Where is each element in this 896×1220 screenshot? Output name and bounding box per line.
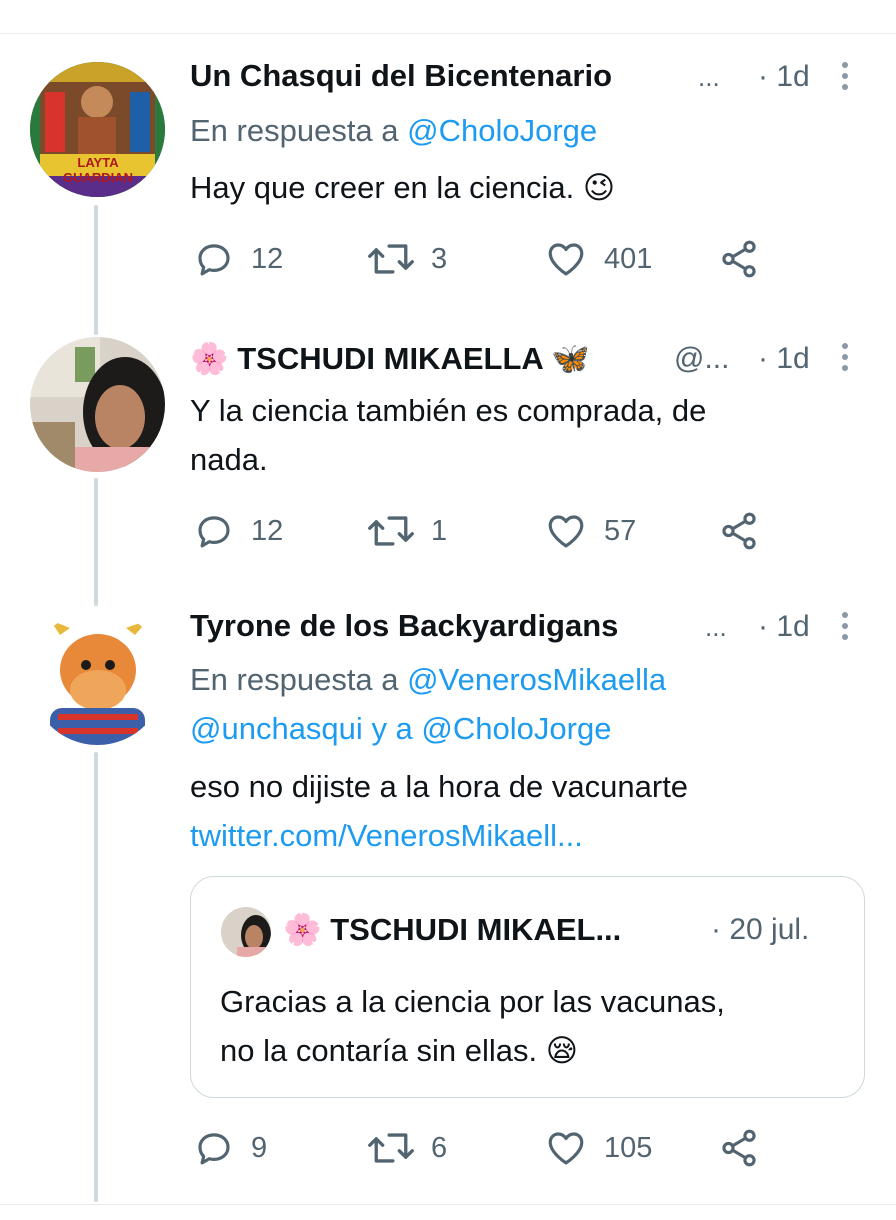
like-count: 401 <box>604 242 653 275</box>
share-icon <box>722 1129 756 1167</box>
reply-icon <box>198 516 230 548</box>
reply-button[interactable]: 12 <box>193 510 283 552</box>
tweet-text-line-2: nada. <box>190 442 268 477</box>
like-count: 57 <box>604 514 637 547</box>
share-button[interactable] <box>718 238 776 280</box>
quote-author[interactable]: 🌸 TSCHUDI MIKAEL... <box>283 911 621 948</box>
retweet-count: 3 <box>431 242 448 275</box>
quote-text-line-2: no la contaría sin ellas. <box>220 1033 538 1068</box>
avatar-tschudi-image <box>30 337 165 472</box>
reply-button[interactable]: 9 <box>193 1127 267 1169</box>
tweet-text: eso no dijiste a la hora de vacunarte tw… <box>190 762 688 860</box>
tweet-text-content: Hay que creer en la ciencia. <box>190 170 575 205</box>
more-options-icon[interactable] <box>841 612 849 645</box>
tweet-text: Y la ciencia también es comprada, de nad… <box>190 386 706 484</box>
quote-avatar-image <box>221 907 271 957</box>
reply-prefix: En respuesta a <box>190 662 399 697</box>
avatar-chasqui[interactable]: LAYTA GUARDIAN <box>30 62 165 197</box>
retweet-count: 6 <box>431 1131 448 1164</box>
share-button[interactable] <box>718 1127 776 1169</box>
thread-line-2 <box>94 478 98 606</box>
quote-text-line-1: Gracias a la ciencia por las vacunas, <box>220 984 725 1019</box>
heart-icon <box>548 1132 584 1165</box>
author-name[interactable]: 🌸 TSCHUDI MIKAELLA 🦋 <box>190 340 590 377</box>
share-icon <box>722 512 756 550</box>
like-button[interactable]: 105 <box>544 1127 652 1169</box>
retweet-icon <box>368 244 414 274</box>
avatar-tyrone-image <box>30 610 165 745</box>
tweet-text: Hay que creer en la ciencia. 😉 <box>190 163 615 212</box>
author-name[interactable]: Tyrone de los Backyardigans <box>190 608 618 644</box>
top-divider <box>0 33 896 34</box>
reply-context: En respuesta a @VenerosMikaella @unchasq… <box>190 655 666 753</box>
retweet-icon <box>368 1133 414 1163</box>
reply-prefix: En respuesta a <box>190 113 399 148</box>
mention-link[interactable]: @CholoJorge <box>407 113 597 148</box>
thread-line-3 <box>94 752 98 1202</box>
butterfly-emoji: 🦋 <box>551 341 590 376</box>
like-button[interactable]: 401 <box>544 238 652 280</box>
quote-text: Gracias a la ciencia por las vacunas, no… <box>220 977 725 1075</box>
retweet-button[interactable]: 6 <box>367 1127 447 1169</box>
reply-joiner: y a <box>371 711 413 746</box>
author-handle[interactable]: @... <box>674 342 729 376</box>
avatar-tschudi[interactable] <box>30 337 165 472</box>
retweet-button[interactable]: 3 <box>367 238 447 280</box>
mention-link[interactable]: @VenerosMikaella <box>407 662 666 697</box>
quote-time[interactable]: · 20 jul. <box>711 913 809 947</box>
reply-count: 12 <box>251 514 284 547</box>
like-count: 105 <box>604 1131 653 1164</box>
reply-icon <box>198 1133 230 1165</box>
tweet-text-line-1: Y la ciencia también es comprada, de <box>190 393 707 428</box>
tweet-time[interactable]: · 1d <box>758 342 810 376</box>
mention-link[interactable]: @unchasqui <box>190 711 363 746</box>
like-button[interactable]: 57 <box>544 510 636 552</box>
tweet-time[interactable]: · 1d <box>758 610 810 644</box>
thread-line-1 <box>94 205 98 335</box>
share-icon <box>722 240 756 278</box>
quoted-tweet[interactable]: 🌸 TSCHUDI MIKAEL... · 20 jul. Gracias a … <box>190 876 865 1098</box>
tweet-time[interactable]: · 1d <box>758 60 810 94</box>
heart-icon <box>548 243 584 276</box>
avatar-caption: LAYTA GUARDIAN <box>62 155 134 185</box>
avatar-tyrone[interactable] <box>30 610 165 745</box>
quote-avatar <box>221 907 271 957</box>
flower-emoji: 🌸 <box>190 341 229 376</box>
heart-icon <box>548 515 584 548</box>
author-name[interactable]: Un Chasqui del Bicentenario <box>190 58 612 94</box>
tweet-url-link[interactable]: twitter.com/VenerosMikaell... <box>190 811 688 860</box>
author-name-text: TSCHUDI MIKAELLA <box>237 341 543 376</box>
name-ellipsis: ... <box>698 62 720 92</box>
quote-author-name: TSCHUDI MIKAEL... <box>330 912 622 947</box>
reply-button[interactable]: 12 <box>193 238 283 280</box>
mention-link[interactable]: @CholoJorge <box>421 711 611 746</box>
bottom-divider <box>0 1204 896 1205</box>
reply-context: En respuesta a @CholoJorge <box>190 106 597 155</box>
reply-icon <box>198 244 230 276</box>
author-name-text: Un Chasqui del Bicentenario <box>190 58 613 93</box>
wink-emoji: 😉 <box>582 170 616 205</box>
retweet-button[interactable]: 1 <box>367 510 447 552</box>
share-button[interactable] <box>718 510 776 552</box>
flower-emoji: 🌸 <box>283 912 322 947</box>
reply-count: 9 <box>251 1131 268 1164</box>
tweet-text-content: eso no dijiste a la hora de vacunarte <box>190 769 689 804</box>
reply-count: 12 <box>251 242 284 275</box>
retweet-icon <box>368 516 414 546</box>
name-ellipsis: ... <box>705 612 727 642</box>
retweet-count: 1 <box>431 514 448 547</box>
more-options-icon[interactable] <box>841 62 849 95</box>
more-options-icon[interactable] <box>841 343 849 376</box>
author-name-text: Tyrone de los Backyardigans <box>190 608 619 643</box>
sleepy-emoji: 😪 <box>545 1033 579 1068</box>
